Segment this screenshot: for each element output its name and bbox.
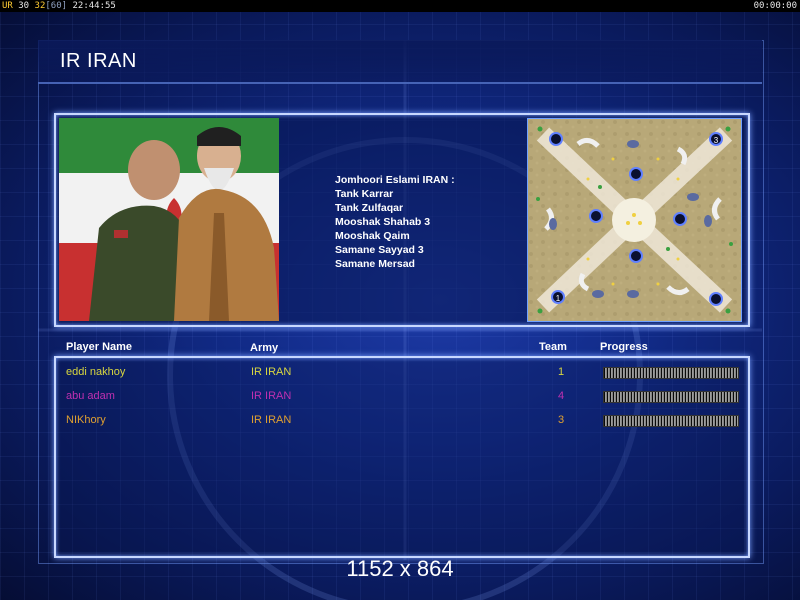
army-portrait xyxy=(59,118,279,321)
status-value-a: 30 xyxy=(18,1,30,11)
player-team: 3 xyxy=(558,414,565,426)
status-left: UR 30 32[60] 22:44:55 xyxy=(2,0,116,12)
header-army: Army xyxy=(250,342,279,354)
status-prefix: UR xyxy=(2,1,13,11)
army-unit-list: Jomhoori Eslami IRAN : Tank Karrar Tank … xyxy=(335,173,455,271)
army-heading: Jomhoori Eslami IRAN : xyxy=(335,174,455,186)
player-army: IR IRAN xyxy=(251,414,292,426)
status-timer: 00:00:00 xyxy=(753,1,797,11)
title-bar xyxy=(38,40,762,84)
status-value-b: 32 xyxy=(34,1,46,11)
player-list-panel xyxy=(54,356,750,558)
unit-item: Tank Karrar xyxy=(335,188,394,200)
status-bar: UR 30 32[60] 22:44:55 00:00:00 xyxy=(0,0,800,12)
player-army: IR IRAN xyxy=(251,390,292,402)
player-name: NIKhory xyxy=(66,414,106,426)
header-team: Team xyxy=(539,341,567,353)
resolution-label: 1152 x 864 xyxy=(346,556,454,581)
unit-item: Mooshak Qaim xyxy=(335,230,410,242)
minimap-start-label: 3 xyxy=(714,136,719,145)
minimap[interactable]: 1 3 xyxy=(527,118,742,322)
status-value-c: [60] xyxy=(45,1,68,11)
unit-item: Samane Mersad xyxy=(335,258,415,270)
player-team: 1 xyxy=(558,366,565,378)
status-clock: 22:44:55 xyxy=(72,1,116,11)
player-team: 4 xyxy=(558,390,565,402)
progress-bar xyxy=(603,367,739,379)
page-title: IR IRAN xyxy=(60,50,137,72)
unit-item: Tank Zulfaqar xyxy=(335,202,404,214)
unit-item: Mooshak Shahab 3 xyxy=(335,216,431,228)
progress-bar xyxy=(603,391,739,403)
minimap-start-label: 1 xyxy=(556,294,561,303)
player-name: abu adam xyxy=(66,390,115,402)
unit-item: Samane Sayyad 3 xyxy=(335,244,424,256)
header-player-name: Player Name xyxy=(66,341,133,353)
progress-bar xyxy=(603,415,739,427)
player-name: eddi nakhoy xyxy=(66,366,126,378)
player-army: IR IRAN xyxy=(251,366,292,378)
header-progress: Progress xyxy=(600,341,648,353)
